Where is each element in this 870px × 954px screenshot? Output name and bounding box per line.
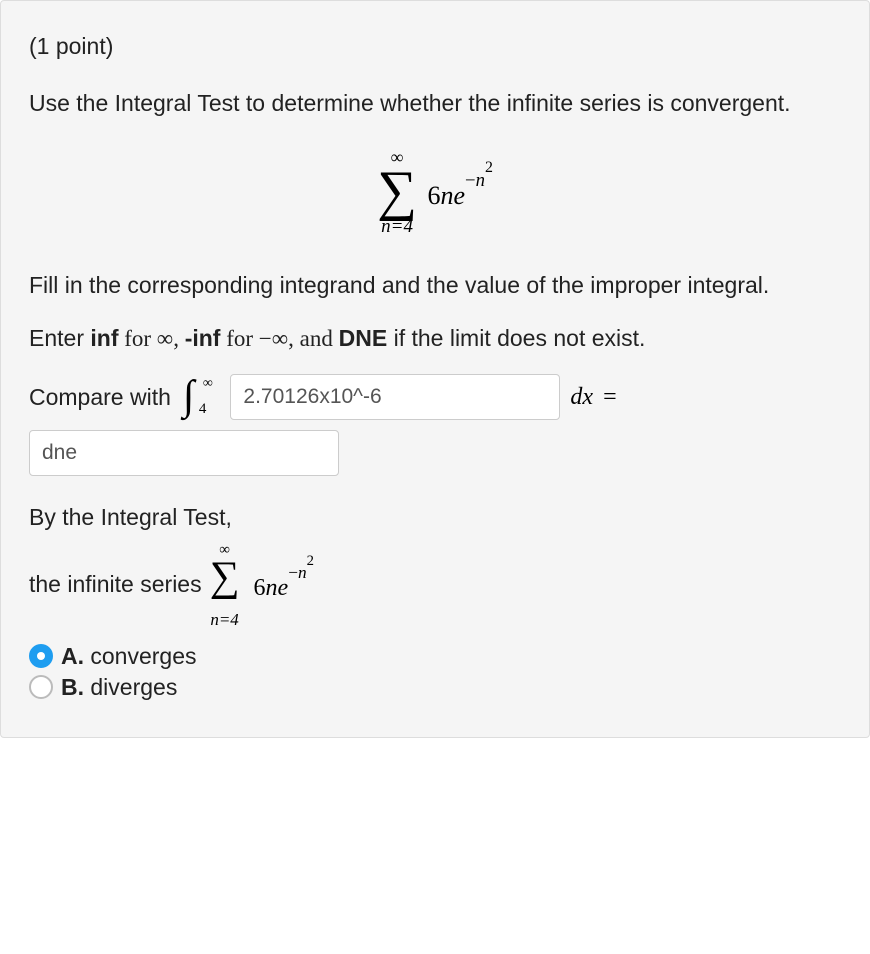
problem-card: (1 point) Use the Integral Test to deter… (0, 0, 870, 738)
option-b-row[interactable]: B. diverges (29, 674, 841, 701)
compare-row: Compare with ∫ ∞ 4 dx = (29, 374, 841, 420)
option-a-label: A. converges (61, 643, 197, 670)
integral-result-input[interactable] (29, 430, 339, 476)
conclusion-line-2: the infinite series (29, 567, 202, 602)
integral-lower: 4 (199, 401, 207, 418)
points-label: (1 point) (29, 29, 841, 64)
instruction-inf: Enter inf for ∞, -inf for −∞, and DNE if… (29, 321, 841, 357)
series-term: 6ne−n2 (427, 175, 492, 209)
prompt-text: Use the Integral Test to determine wheth… (29, 86, 841, 121)
dx-equals: dx = (570, 384, 616, 411)
series-term-inline: 6ne−n2 (254, 567, 314, 602)
conclusion-line-1: By the Integral Test, (29, 500, 841, 535)
integral-icon: ∫ ∞ 4 (183, 378, 195, 416)
integral-upper: ∞ (203, 376, 213, 392)
option-b-label: B. diverges (61, 674, 177, 701)
conclusion-series-row: the infinite series ∞ ∑ n=4 6ne−n2 (29, 541, 841, 629)
radio-unselected-icon[interactable] (29, 675, 53, 699)
instruction-integrand: Fill in the corresponding integrand and … (29, 268, 841, 303)
sigma-symbol: ∑ (377, 166, 417, 218)
series-display-main: ∞ ∑ n=4 6ne−n2 (29, 148, 841, 236)
sigma-icon-inline: ∞ ∑ n=4 (210, 541, 240, 629)
sigma-lower: n=4 (381, 218, 413, 236)
radio-selected-icon[interactable] (29, 644, 53, 668)
sigma-icon: ∞ ∑ n=4 (377, 148, 417, 236)
integrand-input[interactable] (230, 374, 560, 420)
option-a-row[interactable]: A. converges (29, 643, 841, 670)
compare-label: Compare with (29, 380, 171, 415)
